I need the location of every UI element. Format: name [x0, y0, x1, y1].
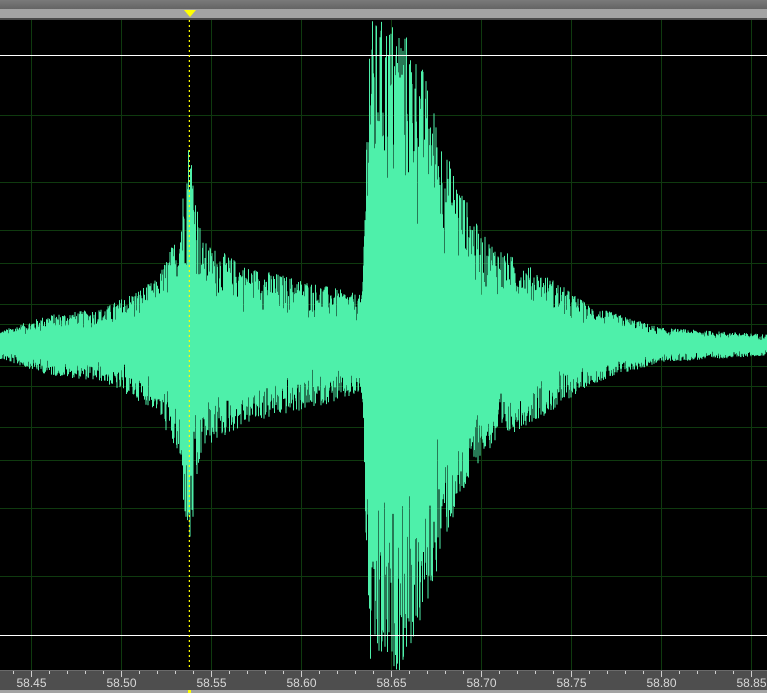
ruler-minor-tick — [229, 671, 230, 674]
ruler-minor-tick — [607, 671, 608, 674]
timeline-strip[interactable] — [0, 9, 767, 18]
ruler-minor-tick — [553, 671, 554, 674]
ruler-minor-tick — [247, 671, 248, 674]
ruler-minor-tick — [715, 671, 716, 674]
ruler-minor-tick — [211, 671, 212, 674]
ruler-minor-tick — [193, 671, 194, 674]
ruler-minor-tick — [157, 671, 158, 674]
ruler-minor-tick — [85, 671, 86, 674]
ruler-minor-tick — [517, 671, 518, 674]
ruler-minor-tick — [733, 671, 734, 674]
ruler-minor-tick — [463, 671, 464, 674]
ruler-label: 58.85 — [736, 676, 767, 690]
ruler-minor-tick — [13, 671, 14, 674]
ruler-label: 58.65 — [376, 676, 407, 690]
ruler-minor-tick — [481, 671, 482, 674]
ruler-minor-tick — [355, 671, 356, 674]
ruler-minor-tick — [175, 671, 176, 674]
ruler-label: 58.80 — [646, 676, 677, 690]
ruler-label: 58.75 — [556, 676, 587, 690]
ruler-minor-tick — [535, 671, 536, 674]
ruler-label: 58.55 — [196, 676, 227, 690]
ruler-minor-tick — [751, 671, 752, 674]
waveform — [0, 21, 767, 670]
ruler-minor-tick — [409, 671, 410, 674]
ruler-minor-tick — [643, 671, 644, 674]
ruler-minor-tick — [337, 671, 338, 674]
ruler-label: 58.70 — [466, 676, 497, 690]
ruler-minor-tick — [697, 671, 698, 674]
time-ruler[interactable]: 58.45 58.50 58.55 58.60 58.65 58.70 58.75 58.80… — [0, 670, 767, 690]
timeline-header — [0, 0, 767, 9]
ruler-minor-tick — [121, 671, 122, 674]
ruler-minor-tick — [679, 671, 680, 674]
ruler-minor-tick — [391, 671, 392, 674]
ruler-minor-tick — [67, 671, 68, 674]
ruler-minor-tick — [265, 671, 266, 674]
ruler-minor-tick — [49, 671, 50, 674]
ruler-label: 58.60 — [286, 676, 317, 690]
ruler-minor-tick — [499, 671, 500, 674]
ruler-minor-tick — [139, 671, 140, 674]
playhead-marker-icon[interactable] — [184, 10, 196, 17]
ruler-minor-tick — [445, 671, 446, 674]
ruler-minor-tick — [589, 671, 590, 674]
ruler-minor-tick — [427, 671, 428, 674]
ruler-minor-tick — [103, 671, 104, 674]
ruler-minor-tick — [301, 671, 302, 674]
ruler-minor-tick — [319, 671, 320, 674]
waveform-display[interactable] — [0, 20, 767, 670]
ruler-minor-tick — [661, 671, 662, 674]
ruler-minor-tick — [571, 671, 572, 674]
ruler-minor-tick — [373, 671, 374, 674]
ruler-minor-tick — [625, 671, 626, 674]
ruler-minor-tick — [31, 671, 32, 674]
ruler-label: 58.45 — [16, 676, 47, 690]
ruler-label: 58.50 — [106, 676, 137, 690]
ruler-minor-tick — [283, 671, 284, 674]
